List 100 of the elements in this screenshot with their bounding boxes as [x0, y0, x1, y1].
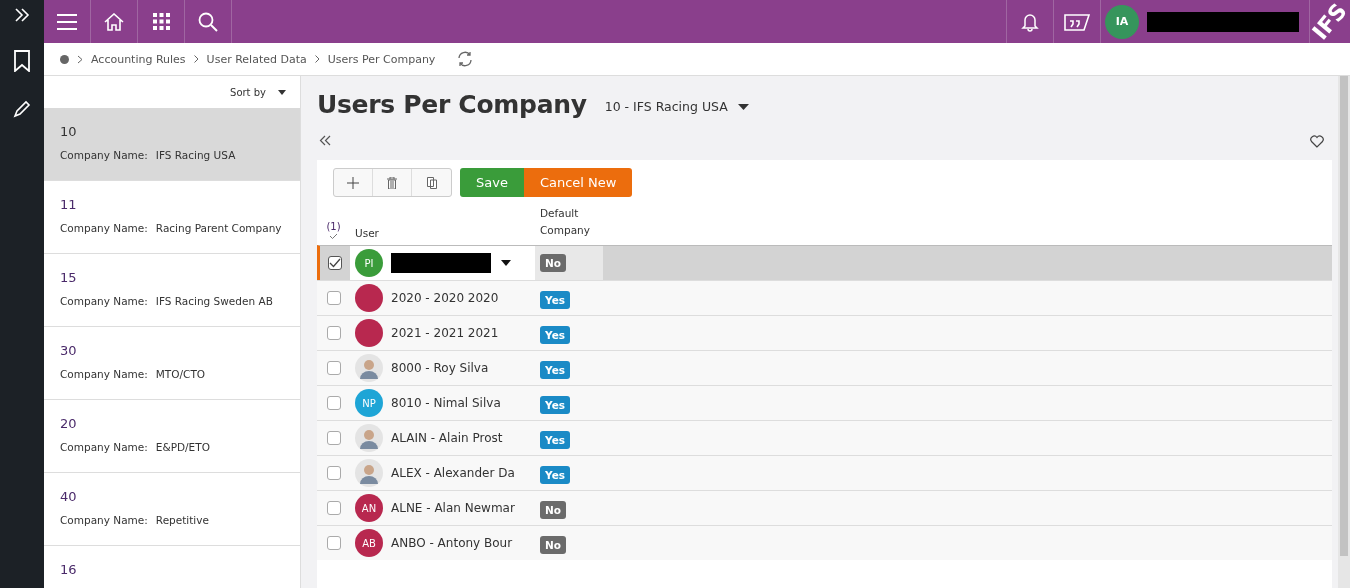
feedback-icon [1064, 12, 1090, 31]
table-row[interactable]: 2021 - 2021 2021 Yes [317, 315, 1332, 350]
table-row[interactable]: ALEX - Alexander Da Yes [317, 455, 1332, 490]
table-row[interactable]: NP 8010 - Nimal Silva Yes [317, 385, 1332, 420]
column-header[interactable]: Default Company [540, 205, 590, 239]
field-value: IFS Racing USA [155, 149, 236, 161]
field-value: Repetitive [155, 514, 209, 526]
row-checkbox[interactable] [326, 361, 341, 375]
company-id: 16 [60, 562, 78, 577]
row-checkbox[interactable] [326, 536, 341, 550]
breadcrumb-link[interactable]: Users Per Company [327, 52, 436, 66]
company-id: 15 [60, 270, 78, 285]
user-name: 2021 - 2021 2021 [391, 326, 499, 340]
breadcrumb-link[interactable]: User Related Data [206, 52, 307, 66]
field-label: Company Name: [60, 222, 148, 234]
user-name: 2020 - 2020 2020 [391, 291, 499, 305]
default-badge: No [540, 254, 566, 272]
user-avatar: AN [355, 494, 383, 522]
avatar-photo-icon [355, 354, 383, 382]
chevron-icon [193, 55, 199, 63]
user-name: ALNE - Alan Newmar [391, 501, 515, 515]
table-row[interactable]: AN ALNE - Alan Newmar No [317, 490, 1332, 525]
bookmark-icon[interactable] [14, 50, 30, 72]
row-checkbox[interactable] [326, 431, 341, 445]
pencil-icon[interactable] [13, 100, 31, 118]
collapse-icon[interactable] [319, 135, 331, 146]
user-name: ANBO - Antony Bour [391, 536, 513, 550]
user-select[interactable] [391, 253, 511, 273]
field-label: Company Name: [60, 295, 148, 307]
copy-icon [426, 176, 437, 189]
field-label: Company Name: [60, 149, 148, 161]
list-item[interactable]: 11 Company Name: Racing Parent Company [44, 181, 300, 254]
avatar-photo-icon [355, 459, 383, 487]
company-dropdown[interactable]: 10 - IFS Racing USA [598, 98, 755, 115]
plus-icon [347, 176, 359, 189]
chevron-icon [77, 54, 83, 64]
avatar-photo-icon [355, 424, 383, 452]
row-checkbox[interactable] [326, 396, 341, 410]
row-checkbox[interactable] [326, 501, 341, 515]
breadcrumb-link[interactable]: Accounting Rules [91, 52, 186, 66]
row-checkbox[interactable] [326, 291, 341, 305]
caret-icon [737, 103, 749, 110]
company-id: 11 [60, 197, 78, 212]
user-avatar: PI [355, 249, 383, 277]
list-item[interactable]: 20 Company Name: E&PD/ETO [44, 400, 300, 473]
selected-count: (1) [326, 221, 341, 232]
field-value: E&PD/ETO [155, 441, 210, 453]
field-value: IFS Racing Sweden AB [155, 295, 273, 307]
table-row[interactable]: AB ANBO - Antony Bour No [317, 525, 1332, 560]
refresh-icon[interactable] [457, 51, 474, 67]
field-label: Company Name: [60, 368, 148, 380]
field-label: Company Name: [60, 514, 148, 526]
default-badge: Yes [540, 325, 570, 344]
company-id: 10 [60, 124, 78, 139]
field-value: MTO/CTO [155, 368, 206, 380]
user-name: 8000 - Roy Silva [391, 361, 489, 375]
table-row[interactable]: PI No [317, 245, 1332, 280]
list-item[interactable]: 16 [44, 546, 300, 588]
user-name: ALEX - Alexander Da [391, 466, 515, 480]
row-checkbox[interactable] [326, 466, 341, 480]
scrollbar[interactable] [1340, 76, 1348, 556]
table-row[interactable]: 8000 - Roy Silva Yes [317, 350, 1332, 385]
company-id: 40 [60, 489, 78, 504]
home-icon [104, 12, 124, 31]
field-label: Company Name: [60, 441, 148, 453]
heart-icon[interactable] [1310, 135, 1324, 148]
expand-icon[interactable] [14, 8, 30, 22]
caret-icon [501, 260, 511, 266]
home-dot-icon[interactable] [60, 54, 69, 64]
user-name: ALAIN - Alain Prost [391, 431, 503, 445]
check-icon [329, 233, 338, 239]
bell-icon [1021, 11, 1039, 32]
user-avatar[interactable]: IA [1105, 4, 1139, 39]
trash-icon [387, 176, 397, 189]
default-badge: Yes [540, 395, 570, 414]
user-avatar: NP [355, 389, 383, 417]
user-avatar: AB [355, 529, 383, 557]
apps-icon [152, 13, 170, 30]
default-badge: Yes [540, 360, 570, 379]
user-name: 8010 - Nimal Silva [391, 396, 501, 410]
table-row[interactable]: ALAIN - Alain Prost Yes [317, 420, 1332, 455]
caret-icon [278, 89, 286, 95]
page-title: Users Per Company [317, 90, 587, 119]
list-item[interactable]: 15 Company Name: IFS Racing Sweden AB [44, 254, 300, 327]
save-button[interactable]: Save [460, 168, 524, 197]
row-checkbox[interactable] [326, 326, 341, 340]
default-badge: No [540, 535, 566, 554]
table-row[interactable]: 2020 - 2020 2020 Yes [317, 280, 1332, 315]
list-item[interactable]: 40 Company Name: Repetitive [44, 473, 300, 546]
column-header[interactable]: User [355, 227, 379, 239]
menu-icon [57, 13, 77, 30]
list-item[interactable]: 10 Company Name: IFS Racing USA [44, 108, 300, 181]
default-badge: No [540, 500, 566, 519]
list-item[interactable]: 30 Company Name: MTO/CTO [44, 327, 300, 400]
company-id: 20 [60, 416, 78, 431]
sort-dropdown[interactable]: Sort by [224, 85, 292, 99]
default-badge: Yes [540, 430, 570, 449]
row-checkbox[interactable] [328, 256, 342, 270]
search-icon [198, 11, 218, 32]
default-badge: Yes [540, 290, 570, 309]
